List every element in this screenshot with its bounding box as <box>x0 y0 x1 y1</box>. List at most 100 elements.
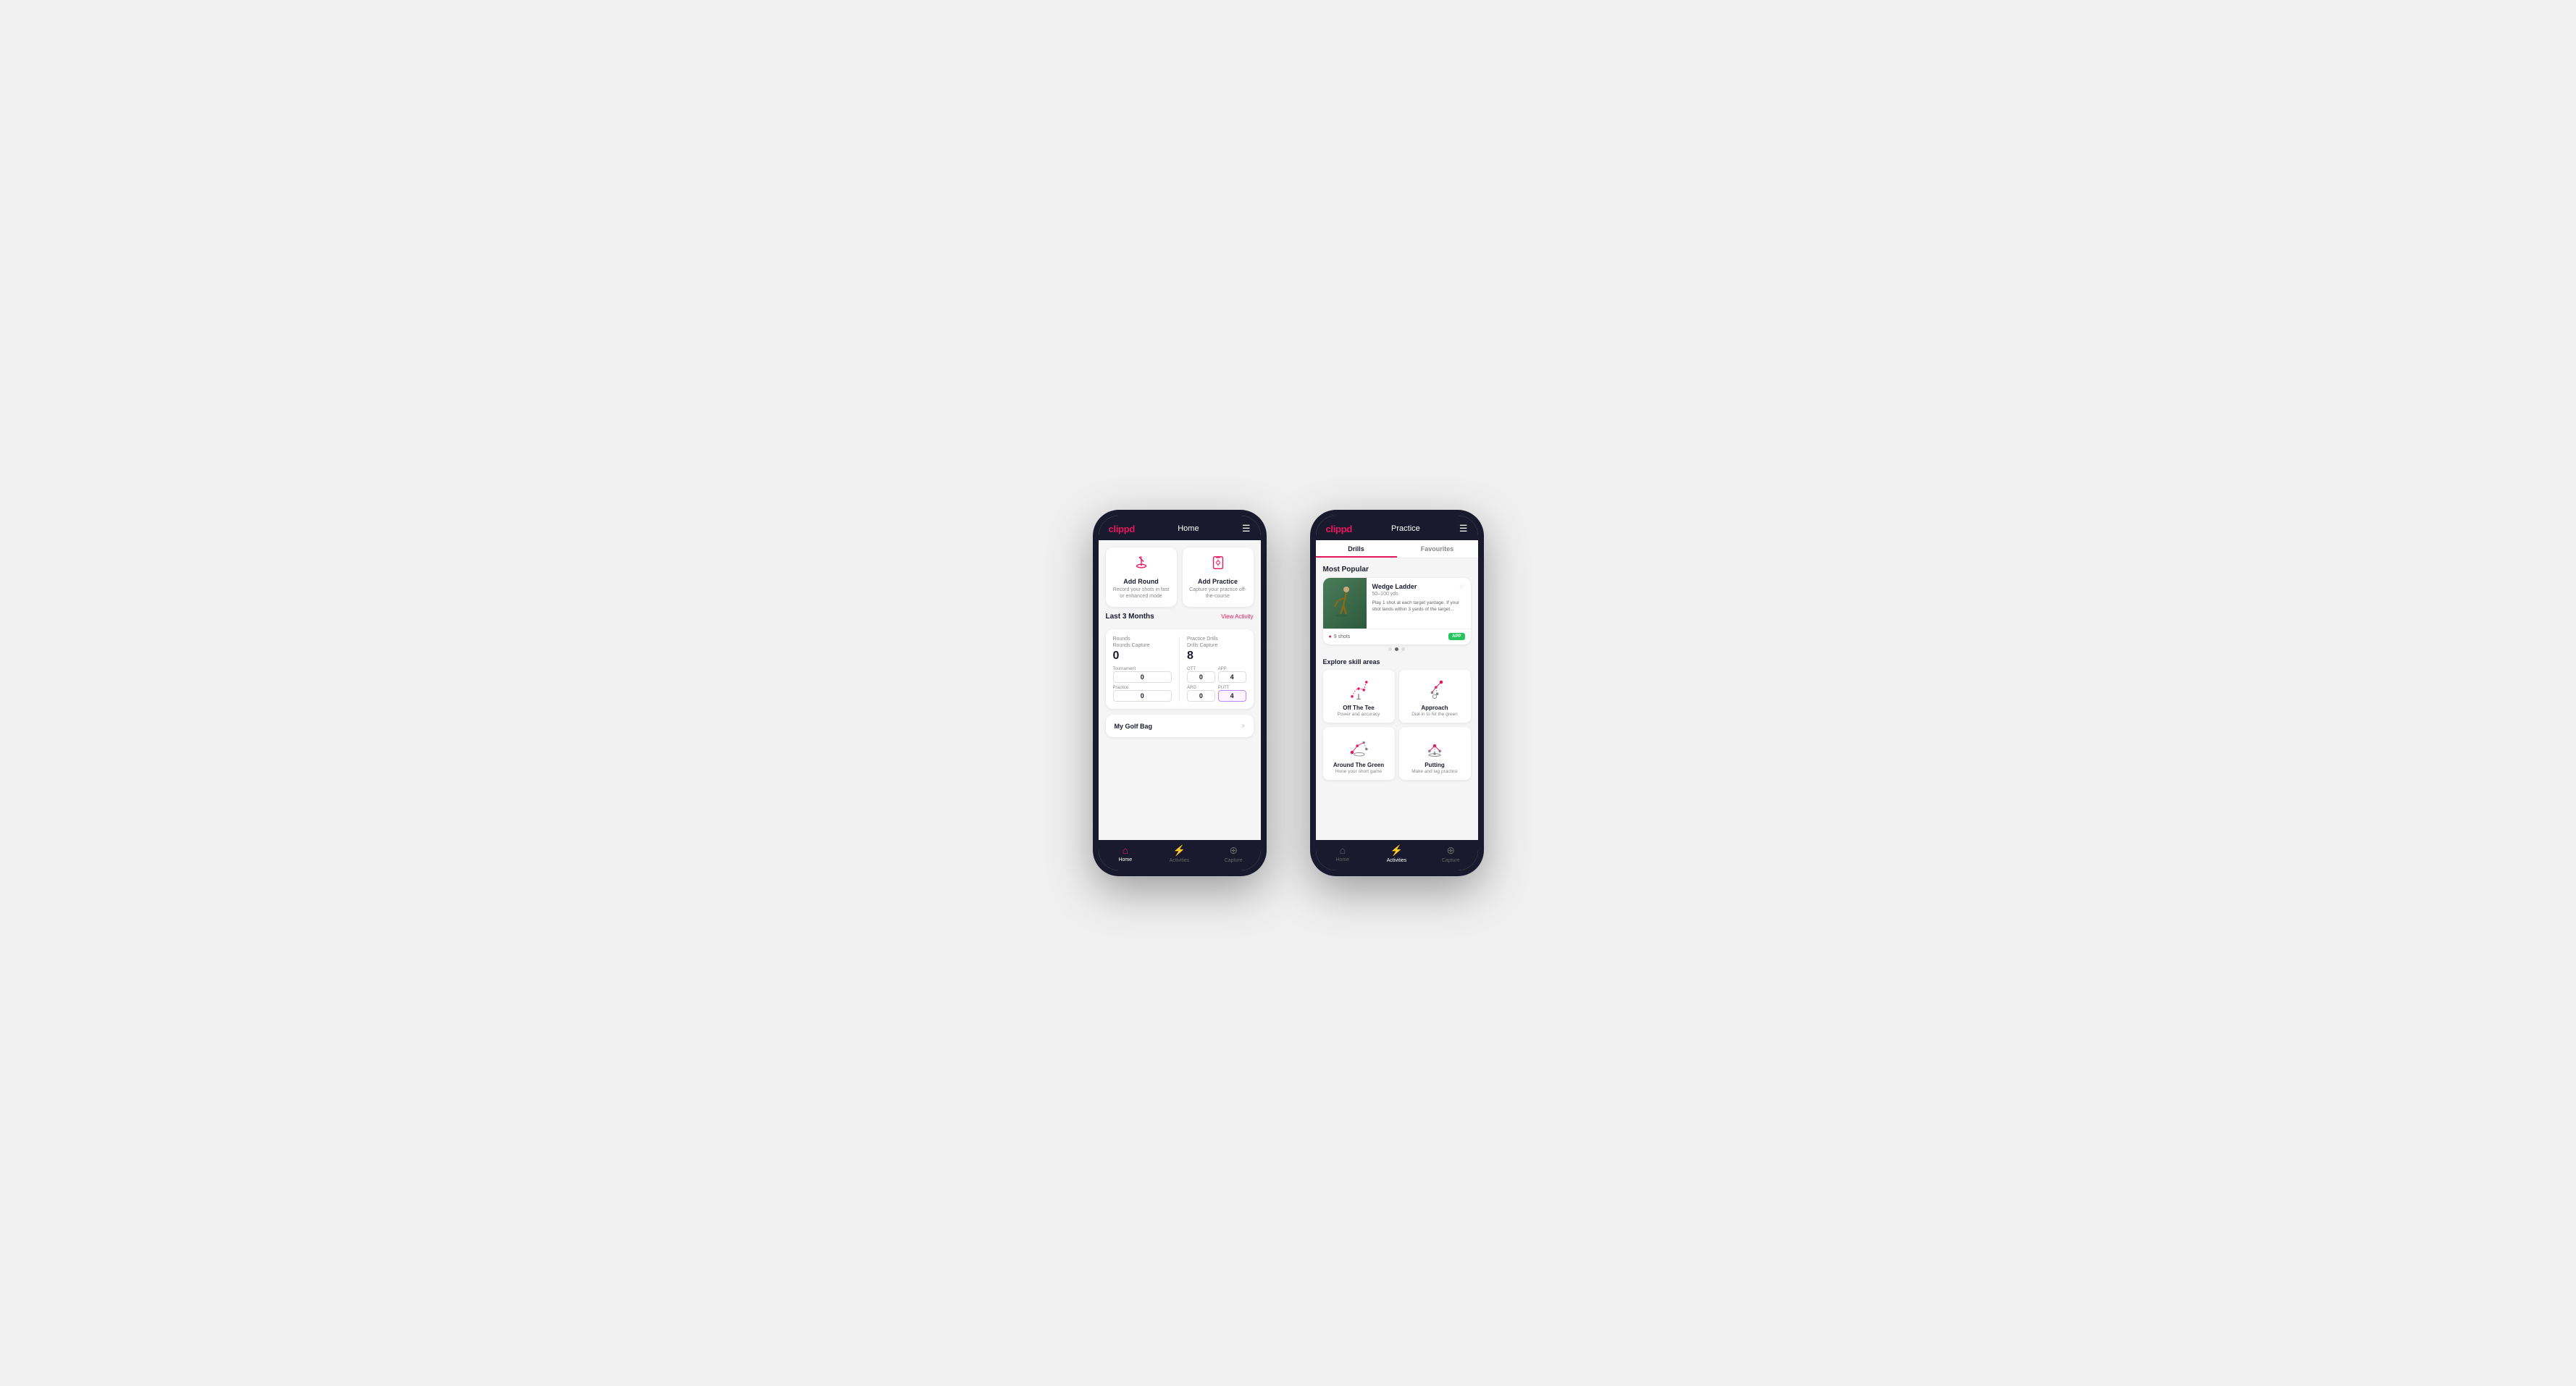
stats-card: Rounds Rounds Capture 0 Tournament 0 Pra… <box>1106 629 1254 709</box>
capture-icon: ⊕ <box>1229 844 1238 857</box>
dot-3 <box>1401 647 1405 651</box>
phone-practice: clippd Practice ☰ Drills Favourites Most… <box>1310 510 1484 876</box>
add-round-title: Add Round <box>1123 578 1159 585</box>
add-practice-desc: Capture your practice off-the-course <box>1188 587 1248 600</box>
featured-drill-card[interactable]: Wedge Ladder ☆ 50–100 yds Play 1 shot at… <box>1323 578 1471 644</box>
nav-capture[interactable]: ⊕ Capture <box>1207 844 1261 863</box>
atg-icon <box>1346 733 1372 759</box>
tee-icon <box>1346 676 1372 702</box>
nav-activities[interactable]: ⚡ Activities <box>1152 844 1207 863</box>
home-icon: ⌂ <box>1123 844 1128 856</box>
nav-capture-label: Capture <box>1225 858 1243 863</box>
putt-value: 4 <box>1218 690 1246 702</box>
app-badge: APP <box>1448 633 1464 640</box>
drill-image <box>1323 578 1367 629</box>
ott-value: 0 <box>1187 671 1215 683</box>
shots-circle-icon: ● <box>1329 634 1332 639</box>
drills-title: Practice Drills <box>1187 637 1246 642</box>
rounds-block: Rounds Rounds Capture 0 Tournament 0 Pra… <box>1113 637 1172 702</box>
skill-grid: Off The Tee Power and accuracy <box>1323 670 1471 780</box>
activity-header: Last 3 Months View Activity <box>1106 613 1254 621</box>
tab-favourites[interactable]: Favourites <box>1397 540 1478 558</box>
nav-home[interactable]: ⌂ Home <box>1099 844 1153 863</box>
golf-bag-label: My Golf Bag <box>1115 723 1153 730</box>
skill-off-the-tee[interactable]: Off The Tee Power and accuracy <box>1323 670 1395 723</box>
most-popular-section: Most Popular <box>1323 566 1471 652</box>
drills-capture-label: Drills Capture <box>1187 643 1246 648</box>
drill-range: 50–100 yds <box>1372 592 1465 597</box>
bottom-nav-practice: ⌂ Home ⚡ Activities ⊕ Capture <box>1316 840 1478 870</box>
action-cards: Add Round Record your shots in fast or e… <box>1106 547 1254 607</box>
arg-value: 0 <box>1187 690 1215 702</box>
home-icon-2: ⌂ <box>1340 844 1346 856</box>
nav-capture-2[interactable]: ⊕ Capture <box>1424 844 1478 863</box>
nav-home-label: Home <box>1118 857 1132 862</box>
add-practice-title: Add Practice <box>1198 578 1238 585</box>
drill-title: Wedge Ladder <box>1372 583 1417 590</box>
skill-around-the-green[interactable]: Around The Green Hone your short game <box>1323 727 1395 780</box>
rounds-capture-value: 0 <box>1113 650 1172 663</box>
shots-label: ● 9 shots <box>1329 634 1351 639</box>
add-round-desc: Record your shots in fast or enhanced mo… <box>1112 587 1171 600</box>
drill-title-row: Wedge Ladder ☆ <box>1372 583 1465 591</box>
skill-name-putt: Putting <box>1425 762 1445 768</box>
app-header-practice: clippd Practice ☰ <box>1316 516 1478 540</box>
app-logo-2: clippd <box>1326 524 1352 534</box>
rounds-capture-label: Rounds Capture <box>1113 643 1172 648</box>
chevron-right-icon: › <box>1242 722 1244 730</box>
rounds-title: Rounds <box>1113 637 1172 642</box>
tab-drills[interactable]: Drills <box>1316 540 1397 558</box>
tournament-value: 0 <box>1113 671 1172 683</box>
app-title-practice: Practice <box>1391 524 1420 533</box>
skill-desc-ott: Power and accuracy <box>1338 712 1380 717</box>
stats-divider <box>1179 637 1180 702</box>
menu-icon-2[interactable]: ☰ <box>1459 523 1468 534</box>
golf-bag-item[interactable]: My Golf Bag › <box>1106 715 1254 737</box>
add-round-card[interactable]: Add Round Record your shots in fast or e… <box>1106 547 1177 607</box>
skill-putting[interactable]: Putting Make and lag practice <box>1399 727 1471 780</box>
skill-areas-section: Explore skill areas Off T <box>1323 658 1471 780</box>
skill-name-ott: Off The Tee <box>1343 705 1374 711</box>
practice-value: 0 <box>1113 690 1172 702</box>
skill-name-app: Approach <box>1421 705 1448 711</box>
home-content: Add Round Record your shots in fast or e… <box>1099 540 1261 840</box>
phone-home: clippd Home ☰ A <box>1093 510 1267 876</box>
add-practice-card[interactable]: Add Practice Capture your practice off-t… <box>1183 547 1254 607</box>
nav-activities-label-2: Activities <box>1387 858 1407 863</box>
featured-drill-inner: Wedge Ladder ☆ 50–100 yds Play 1 shot at… <box>1323 578 1471 629</box>
skill-desc-atg: Hone your short game <box>1335 769 1382 774</box>
add-practice-icon <box>1210 555 1226 575</box>
activities-icon: ⚡ <box>1173 844 1186 857</box>
app-title-home: Home <box>1178 524 1199 533</box>
app-logo: clippd <box>1109 524 1135 534</box>
drill-footer: ● 9 shots APP <box>1323 629 1471 644</box>
bottom-nav-home: ⌂ Home ⚡ Activities ⊕ Capture <box>1099 840 1261 870</box>
add-round-icon <box>1133 555 1149 575</box>
app-value: 4 <box>1218 671 1246 683</box>
view-activity-link[interactable]: View Activity <box>1221 613 1253 620</box>
skill-approach[interactable]: Approach Dial-in to hit the green <box>1399 670 1471 723</box>
activity-title: Last 3 Months <box>1106 613 1154 621</box>
most-popular-title: Most Popular <box>1323 566 1471 574</box>
skill-name-atg: Around The Green <box>1333 762 1384 768</box>
skill-desc-putt: Make and lag practice <box>1411 769 1458 774</box>
skill-areas-title: Explore skill areas <box>1323 658 1471 665</box>
nav-home-2[interactable]: ⌂ Home <box>1316 844 1370 863</box>
dot-1 <box>1388 647 1392 651</box>
practice-tabs: Drills Favourites <box>1316 540 1478 558</box>
drills-block: Practice Drills Drills Capture 8 OTT 0 A… <box>1187 637 1246 702</box>
stats-row: Rounds Rounds Capture 0 Tournament 0 Pra… <box>1113 637 1246 702</box>
nav-capture-label-2: Capture <box>1442 858 1460 863</box>
menu-icon[interactable]: ☰ <box>1242 523 1251 534</box>
skill-desc-app: Dial-in to hit the green <box>1411 712 1458 717</box>
drill-info: Wedge Ladder ☆ 50–100 yds Play 1 shot at… <box>1367 578 1471 629</box>
nav-activities-2[interactable]: ⚡ Activities <box>1369 844 1424 863</box>
app-header-home: clippd Home ☰ <box>1099 516 1261 540</box>
approach-icon <box>1422 676 1448 702</box>
nav-activities-label: Activities <box>1170 858 1190 863</box>
practice-content: Most Popular <box>1316 558 1478 840</box>
activities-icon-2: ⚡ <box>1390 844 1403 857</box>
capture-icon-2: ⊕ <box>1446 844 1455 857</box>
favourite-star[interactable]: ☆ <box>1459 583 1464 591</box>
putting-icon <box>1422 733 1448 759</box>
